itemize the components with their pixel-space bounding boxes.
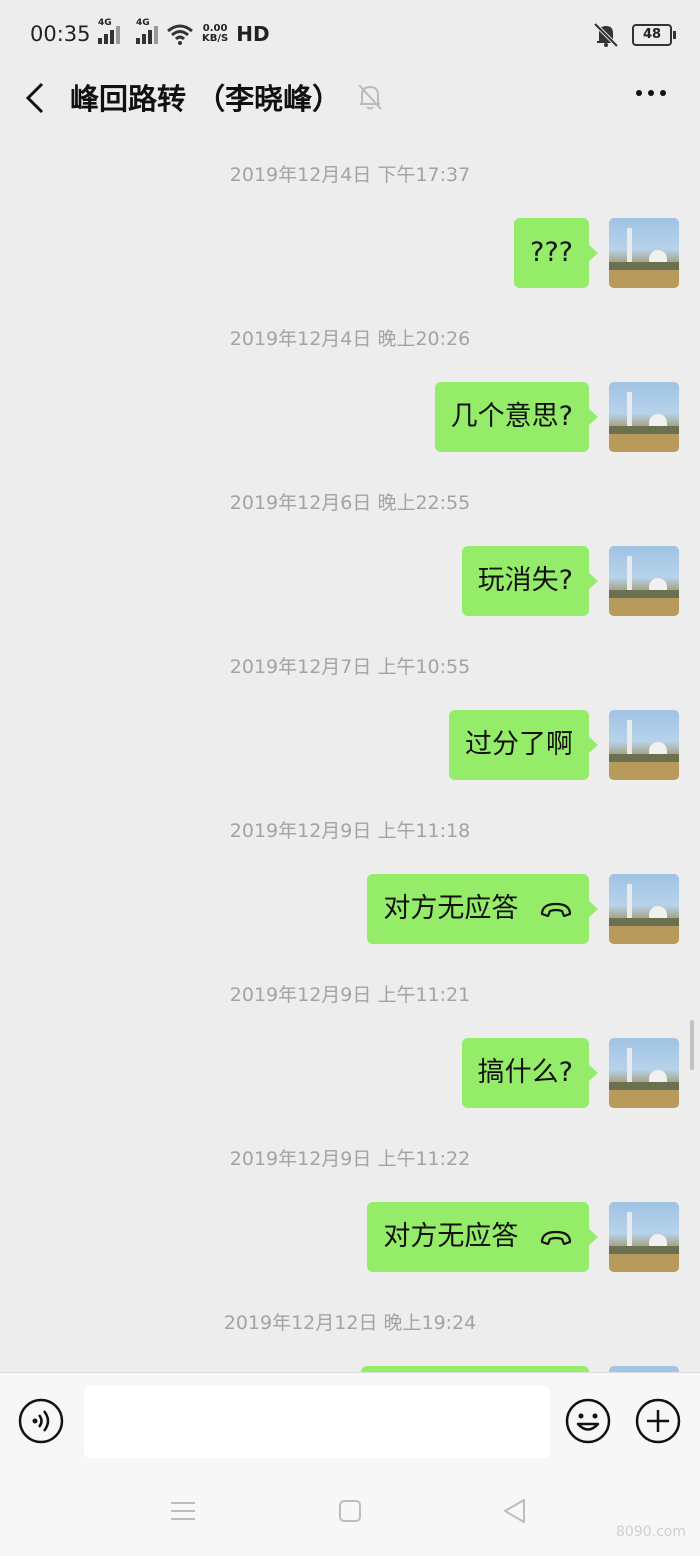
- call-message-bubble[interactable]: 对方无应答: [367, 1202, 598, 1272]
- message-list[interactable]: 2019年12月4日 下午17:37 ??? 2019年12月4日 晚上20:2…: [0, 140, 700, 1372]
- net-speed: 0.00 KB/S: [202, 24, 228, 44]
- battery-level: 48: [642, 27, 662, 42]
- status-right-icons: 48: [592, 22, 676, 48]
- voice-icon[interactable]: [17, 1397, 65, 1445]
- watermark: 8090.com: [616, 1524, 686, 1540]
- hd-indicator: HD: [236, 22, 270, 46]
- call-message-bubble[interactable]: 对方无应答: [367, 874, 598, 944]
- back-icon[interactable]: [22, 80, 50, 116]
- message-text: 对方无应答: [383, 893, 519, 924]
- message-text: 几个意思?: [450, 401, 573, 432]
- home-icon[interactable]: [335, 1496, 365, 1526]
- battery-icon: 48: [632, 24, 676, 46]
- message-timestamp: 2019年12月9日 上午11:22: [229, 1148, 471, 1170]
- message-timestamp: 2019年12月4日 晚上20:26: [229, 328, 471, 350]
- avatar[interactable]: [609, 1202, 679, 1272]
- message-text: 搞什么?: [477, 1057, 573, 1088]
- message-text: ???: [530, 237, 573, 268]
- more-icon[interactable]: [636, 90, 666, 96]
- message-timestamp: 2019年12月6日 晚上22:55: [229, 492, 471, 514]
- menu-icon[interactable]: [168, 1496, 198, 1526]
- wifi-icon: [167, 24, 193, 45]
- net-speed-unit: KB/S: [202, 33, 229, 44]
- mute-icon: [358, 84, 382, 110]
- status-left-icons: 4G 4G 0.00 KB/S HD: [98, 18, 270, 46]
- avatar[interactable]: [609, 1038, 679, 1108]
- avatar[interactable]: [609, 710, 679, 780]
- message-text: 过分了啊: [465, 729, 573, 760]
- message-bubble[interactable]: ???: [514, 218, 598, 288]
- chat-header: 峰回路转 （李晓峰）: [0, 66, 700, 130]
- signal-icon: 4G: [98, 18, 120, 44]
- message-bubble[interactable]: 几个意思?: [434, 382, 599, 452]
- message-timestamp: 2019年12月7日 上午10:55: [229, 656, 471, 678]
- back-triangle-icon[interactable]: [500, 1496, 530, 1526]
- message-text: 对方无应答: [383, 1221, 519, 1252]
- message-bubble[interactable]: 搞什么?: [461, 1038, 599, 1108]
- avatar[interactable]: [609, 874, 679, 944]
- avatar[interactable]: [609, 218, 679, 288]
- sim1-label: 4G: [98, 18, 112, 28]
- plus-icon[interactable]: [634, 1397, 682, 1445]
- message-timestamp: 2019年12月9日 上午11:21: [229, 984, 471, 1006]
- message-timestamp: 2019年12月9日 上午11:18: [229, 820, 471, 842]
- message-bubble[interactable]: 过分了啊: [449, 710, 598, 780]
- avatar[interactable]: [609, 382, 679, 452]
- message-timestamp: 2019年12月12日 晚上19:24: [223, 1312, 477, 1334]
- phone-hangup-icon: [540, 902, 572, 917]
- status-bar: 00:35 4G 4G 0.00 KB/S HD 48: [0, 0, 700, 66]
- status-time: 00:35: [30, 22, 91, 46]
- signal-icon: 4G: [136, 18, 158, 44]
- scrollbar[interactable]: [690, 1020, 694, 1070]
- chat-title: 峰回路转 （李晓峰）: [70, 82, 342, 116]
- system-nav-bar: 8090.com: [0, 1468, 700, 1556]
- message-input[interactable]: [84, 1386, 550, 1458]
- input-bar: [0, 1372, 700, 1469]
- message-text: 玩消失?: [477, 565, 573, 596]
- message-bubble[interactable]: 玩消失?: [461, 546, 599, 616]
- phone-hangup-icon: [540, 1230, 572, 1245]
- emoji-icon[interactable]: [564, 1397, 612, 1445]
- bell-off-icon: [593, 22, 619, 48]
- avatar[interactable]: [609, 546, 679, 616]
- message-timestamp: 2019年12月4日 下午17:37: [229, 164, 471, 186]
- sim2-label: 4G: [136, 18, 150, 28]
